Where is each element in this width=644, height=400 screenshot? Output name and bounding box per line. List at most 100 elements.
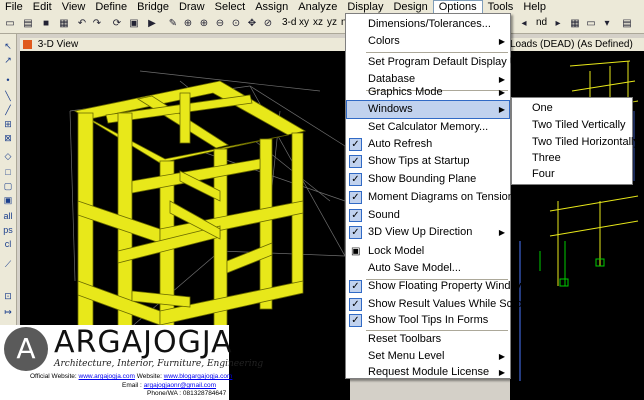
menu-item-default-units[interactable]: Set Program Default Display Units... [347, 54, 544, 71]
menu-item-dimensions[interactable]: Dimensions/Tolerances... [347, 16, 509, 33]
menu-item-calculator-memory[interactable]: Set Calculator Memory... [347, 119, 509, 136]
lock-icon[interactable]: ▣ [127, 16, 141, 30]
menu-assign[interactable]: Assign [250, 0, 293, 14]
menu-item-windows[interactable]: Windows ▶ [346, 100, 510, 119]
menu-item-graphics-mode[interactable]: Graphics Mode ▶ [347, 84, 509, 101]
zoom-window-icon[interactable]: ⊕ [181, 16, 195, 30]
menu-design[interactable]: Design [388, 0, 432, 14]
menu-item-moment-diagrams[interactable]: ✓ Moment Diagrams on Tension Side [347, 189, 539, 206]
print-icon[interactable]: ▦ [57, 16, 71, 30]
menu-item-result-values[interactable]: ✓ Show Result Values While Scrolling [347, 296, 541, 313]
menu-analyze[interactable]: Analyze [293, 0, 342, 14]
zoom-in-icon[interactable]: ⊕ [197, 16, 211, 30]
pointer-icon[interactable]: ↖ [2, 40, 14, 52]
submenu-arrow-icon: ▶ [498, 368, 505, 377]
select-previous-icon[interactable]: ps [2, 224, 14, 236]
view-nd-button[interactable]: nd [536, 16, 547, 30]
menu-item-auto-save[interactable]: Auto Save Model... [347, 260, 509, 277]
view-3d-button[interactable]: 3-d [282, 16, 296, 30]
draw-cable-icon[interactable]: ╱ [2, 104, 14, 116]
checkmark-icon: ✓ [349, 155, 362, 168]
rectangle-icon[interactable]: ▭ [584, 16, 598, 30]
intersect-icon[interactable]: ⟋ [2, 258, 14, 270]
quick-draw-icon[interactable]: ⊠ [2, 132, 14, 144]
menu-bar: File Edit View Define Bridge Draw Select… [0, 0, 644, 14]
draw-frame-icon[interactable]: ╲ [2, 90, 14, 102]
all-select-icon[interactable]: all [2, 210, 14, 222]
view-xy-button[interactable]: xy [299, 16, 309, 30]
menu-item-sound[interactable]: ✓ Sound [347, 207, 509, 224]
quick-area-icon[interactable]: ▢ [2, 180, 14, 192]
open-folder-icon[interactable]: ▤ [21, 16, 35, 30]
menu-bridge[interactable]: Bridge [132, 0, 174, 14]
menu-item-bounding-plane[interactable]: ✓ Show Bounding Plane [347, 171, 509, 188]
loads-view-window[interactable]: Loads (DEAD) (As Defined) [510, 38, 644, 400]
menu-options[interactable]: Options [432, 0, 483, 14]
logo-email: Email : argajogjaonr@gmail.com [122, 382, 217, 389]
submenu-arrow-icon: ▶ [498, 88, 505, 97]
logo-phone: Phone/WA : 081328784647 [147, 390, 227, 397]
zoom-out-icon[interactable]: ⊖ [213, 16, 227, 30]
menu-file[interactable]: File [0, 0, 28, 14]
zoom-fit-icon[interactable]: ⊙ [229, 16, 243, 30]
draw-rect-area-icon[interactable]: □ [2, 166, 14, 178]
checkmark-icon: ✓ [349, 314, 362, 327]
arrow-left-icon[interactable]: ◂ [517, 16, 531, 30]
pencil-icon[interactable]: ✎ [166, 16, 180, 30]
menu-item-reset-toolbars[interactable]: Reset Toolbars [347, 331, 509, 348]
menu-item-3d-up-direction[interactable]: ✓ 3D View Up Direction ▶ [347, 224, 509, 241]
menu-display[interactable]: Display [342, 0, 388, 14]
new-file-icon[interactable]: ▭ [3, 16, 17, 30]
menu-item-colors[interactable]: Colors ▶ [347, 33, 509, 50]
menu-edit[interactable]: Edit [28, 0, 57, 14]
save-icon[interactable]: ■ [39, 16, 53, 30]
submenu-item-two-horizontal[interactable]: Two Tiled Horizontally [532, 134, 639, 151]
submenu-item-three[interactable]: Three [532, 150, 561, 167]
menu-view[interactable]: View [57, 0, 91, 14]
display-icon[interactable]: ▾ [600, 16, 614, 30]
snap-joints-icon[interactable]: ⊡ [2, 290, 14, 302]
snap-lines-icon[interactable]: ↦ [2, 306, 14, 318]
zoom-previous-icon[interactable]: ⊘ [261, 16, 275, 30]
run-icon[interactable]: ▶ [145, 16, 159, 30]
logo-name: ARGAJOGJA [54, 325, 233, 360]
menu-item-tool-tips[interactable]: ✓ Show Tool Tips In Forms [347, 312, 509, 329]
submenu-item-four[interactable]: Four [532, 166, 555, 183]
redo-icon[interactable]: ↷ [90, 16, 104, 30]
menu-item-module-license[interactable]: Request Module License ▶ [347, 364, 509, 381]
table-icon[interactable]: ▤ [620, 16, 634, 30]
undo-icon[interactable]: ↶ [75, 16, 89, 30]
submenu-item-two-vertical[interactable]: Two Tiled Vertically [532, 117, 626, 134]
menu-define[interactable]: Define [90, 0, 132, 14]
menu-draw[interactable]: Draw [174, 0, 210, 14]
arrow-right-icon[interactable]: ▸ [551, 16, 565, 30]
menu-select[interactable]: Select [210, 0, 251, 14]
reshape-icon[interactable]: ↗ [2, 54, 14, 66]
draw-grid-icon[interactable]: ⊞ [2, 118, 14, 130]
menu-item-auto-refresh[interactable]: ✓ Auto Refresh [347, 136, 509, 153]
draw-solid-icon[interactable]: ▣ [2, 194, 14, 206]
checkmark-icon: ✓ [349, 298, 362, 311]
menu-item-menu-level[interactable]: Set Menu Level ▶ [347, 348, 509, 365]
draw-point-icon[interactable]: • [2, 74, 14, 86]
menu-item-tips-startup[interactable]: ✓ Show Tips at Startup [347, 153, 509, 170]
submenu-item-one[interactable]: One [532, 100, 553, 117]
email-link[interactable]: argajogjaonr@gmail.com [144, 382, 216, 389]
window-icon [23, 40, 32, 49]
view-xz-button[interactable]: xz [313, 16, 323, 30]
checkmark-icon: ✓ [349, 173, 362, 186]
menu-help[interactable]: Help [518, 0, 551, 14]
logo-mark: A [4, 327, 48, 371]
menu-tools[interactable]: Tools [483, 0, 519, 14]
clear-selection-icon[interactable]: cl [2, 238, 14, 250]
menu-item-floating-property[interactable]: ✓ Show Floating Property Window [347, 278, 525, 295]
pan-icon[interactable]: ✥ [245, 16, 259, 30]
official-website-link[interactable]: www.argajogja.com [79, 373, 135, 380]
menu-item-lock-model[interactable]: ▣ Lock Model [347, 243, 509, 260]
draw-area-icon[interactable]: ◇ [2, 150, 14, 162]
blog-website-link[interactable]: www.blogargajogja.com [164, 373, 233, 380]
refresh-icon[interactable]: ⟳ [110, 16, 124, 30]
checkmark-icon: ✓ [349, 191, 362, 204]
view-yz-button[interactable]: yz [327, 16, 337, 30]
grid-icon[interactable]: ▦ [568, 16, 582, 30]
